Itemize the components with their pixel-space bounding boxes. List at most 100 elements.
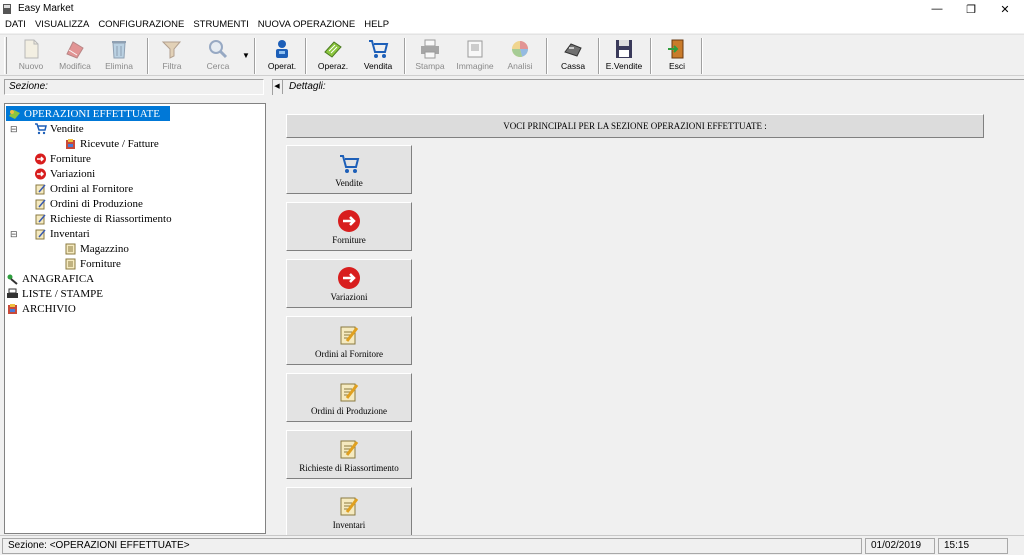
operaz-button[interactable]: Operaz. (311, 37, 355, 75)
vendite-button[interactable]: Vendite (286, 145, 412, 194)
cassa-button[interactable]: Cassa (551, 37, 595, 75)
forniture-button[interactable]: Forniture (286, 202, 412, 251)
edit-icon (66, 41, 84, 59)
operations-icon (9, 109, 20, 119)
operat-button[interactable]: Operat. (260, 37, 304, 75)
minimize-button[interactable]: — (920, 0, 954, 18)
close-button[interactable]: ✕ (988, 0, 1022, 18)
app-icon (3, 4, 11, 14)
order-form-icon (35, 229, 46, 239)
richieste-riassortimento-button[interactable]: Richieste di Riassortimento (286, 430, 412, 479)
evendite-button[interactable]: E.Vendite (602, 37, 646, 75)
variazioni-button[interactable]: Variazioni (286, 259, 412, 308)
image-icon (467, 40, 483, 58)
ordini-produzione-button[interactable]: Ordini di Produzione (286, 373, 412, 422)
vendita-button[interactable]: Vendita (356, 37, 400, 75)
tree-item-ordini-fornitore[interactable]: Ordini al Fornitore (34, 181, 133, 196)
order-form-icon (340, 440, 359, 459)
status-bar: Sezione: <OPERAZIONI EFFETTUATE> 01/02/2… (0, 535, 1024, 555)
tree-item-variazioni[interactable]: Variazioni (34, 166, 95, 181)
elimina-button[interactable]: Elimina (97, 37, 141, 75)
collapse-icon[interactable]: ⊟ (10, 230, 19, 239)
cart-icon (369, 40, 389, 58)
order-form-icon (35, 184, 46, 194)
menu-configurazione[interactable]: CONFIGURAZIONE (93, 18, 188, 33)
order-form-icon (340, 383, 359, 402)
nuovo-label: Nuovo (18, 61, 44, 71)
tree-item-richieste-riassortimento[interactable]: Richieste di Riassortimento (34, 211, 172, 226)
red-arrow-icon (35, 153, 46, 164)
esci-button[interactable]: Esci (655, 37, 699, 75)
red-arrow-icon (338, 210, 360, 232)
ordini-fornitore-button[interactable]: Ordini al Fornitore (286, 316, 412, 365)
notepad-icon (65, 243, 76, 254)
menu-nuova-operazione[interactable]: NUOVA OPERAZIONE (253, 18, 359, 33)
tree-label: Ordini di Produzione (50, 197, 143, 210)
status-section: Sezione: <OPERAZIONI EFFETTUATE> (2, 538, 862, 554)
tree-item-anagrafica[interactable]: ANAGRAFICA (6, 271, 94, 286)
tree-item-inventari[interactable]: Inventari (34, 226, 90, 241)
tree-label: Ordini al Fornitore (50, 182, 134, 195)
receipt-icon (66, 138, 75, 149)
cassa-label: Cassa (560, 61, 586, 71)
tree-label: Magazzino (80, 242, 129, 255)
menu-visualizza[interactable]: VISUALIZZA (30, 18, 93, 33)
tree-item-vendite[interactable]: Vendite (34, 121, 84, 136)
tree-item-magazzino[interactable]: Magazzino (64, 241, 129, 256)
tree-item-liste-stampe[interactable]: LISTE / STAMPE (6, 286, 103, 301)
toolbar-separator (305, 38, 307, 74)
filtra-button[interactable]: Filtra (150, 37, 194, 75)
collapse-icon[interactable]: ⊟ (10, 125, 19, 134)
cart-icon (35, 122, 47, 134)
tree-item-archivio[interactable]: ARCHIVIO (6, 301, 76, 316)
red-arrow-icon (35, 168, 46, 179)
ordini-produzione-label: Ordini di Produzione (311, 406, 387, 416)
section-tree[interactable]: OPERAZIONI EFFETTUATE ⊟ Vendite Ricevute… (4, 103, 266, 534)
toolbar-separator (254, 38, 256, 74)
menu-strumenti[interactable]: STRUMENTI (188, 18, 252, 33)
restore-button[interactable]: ❐ (954, 0, 988, 18)
tree-item-ordini-produzione[interactable]: Ordini di Produzione (34, 196, 143, 211)
window-title: Easy Market (18, 3, 74, 14)
menu-help[interactable]: HELP (359, 18, 393, 33)
inventari-button[interactable]: Inventari (286, 487, 412, 536)
chevron-down-icon[interactable]: ▼ (242, 51, 250, 60)
inventari-label: Inventari (332, 520, 366, 530)
toolbar-separator (546, 38, 548, 74)
tree-item-forniture[interactable]: Forniture (34, 151, 91, 166)
ordini-fornitore-label: Ordini al Fornitore (315, 349, 383, 359)
forniture-label: Forniture (332, 235, 366, 245)
modifica-button[interactable]: Modifica (53, 37, 97, 75)
tree-label: Vendite (50, 122, 84, 135)
operaz-label: Operaz. (317, 61, 349, 71)
order-form-icon (35, 214, 46, 224)
evendite-label: E.Vendite (605, 61, 643, 71)
tree-item-ricevute-fatture[interactable]: Ricevute / Fatture (64, 136, 159, 151)
collapse-panel-button[interactable]: ◀ (272, 80, 283, 94)
tree-label: Richieste di Riassortimento (50, 212, 172, 225)
nuovo-button[interactable]: Nuovo (9, 37, 53, 75)
tree-label: OPERAZIONI EFFETTUATE (24, 107, 160, 120)
tree-item-operazioni-effettuate[interactable]: OPERAZIONI EFFETTUATE (6, 106, 170, 121)
tree-label: Forniture (80, 257, 121, 270)
tree-label: Variazioni (50, 167, 96, 180)
toolbar-separator (147, 38, 149, 74)
operator-icon (276, 40, 288, 58)
order-form-icon (340, 326, 359, 345)
filter-icon (161, 41, 182, 59)
cerca-label: Cerca (206, 61, 230, 71)
immagine-button[interactable]: Immagine (453, 37, 497, 75)
filtra-label: Filtra (162, 61, 182, 71)
exit-door-icon (668, 39, 684, 59)
analisi-button[interactable]: Analisi (498, 37, 542, 75)
stampa-label: Stampa (415, 61, 445, 71)
status-date: 01/02/2019 (865, 538, 935, 554)
stampa-button[interactable]: Stampa (408, 37, 452, 75)
menu-dati[interactable]: DATI (0, 18, 30, 33)
tree-label: ARCHIVIO (22, 302, 76, 315)
tree-label: ANAGRAFICA (22, 272, 95, 285)
toolbar-grip[interactable] (4, 37, 7, 74)
cerca-button[interactable]: Cerca (196, 37, 240, 75)
elimina-label: Elimina (105, 61, 133, 71)
tree-item-inventari-forniture[interactable]: Forniture (64, 256, 121, 271)
